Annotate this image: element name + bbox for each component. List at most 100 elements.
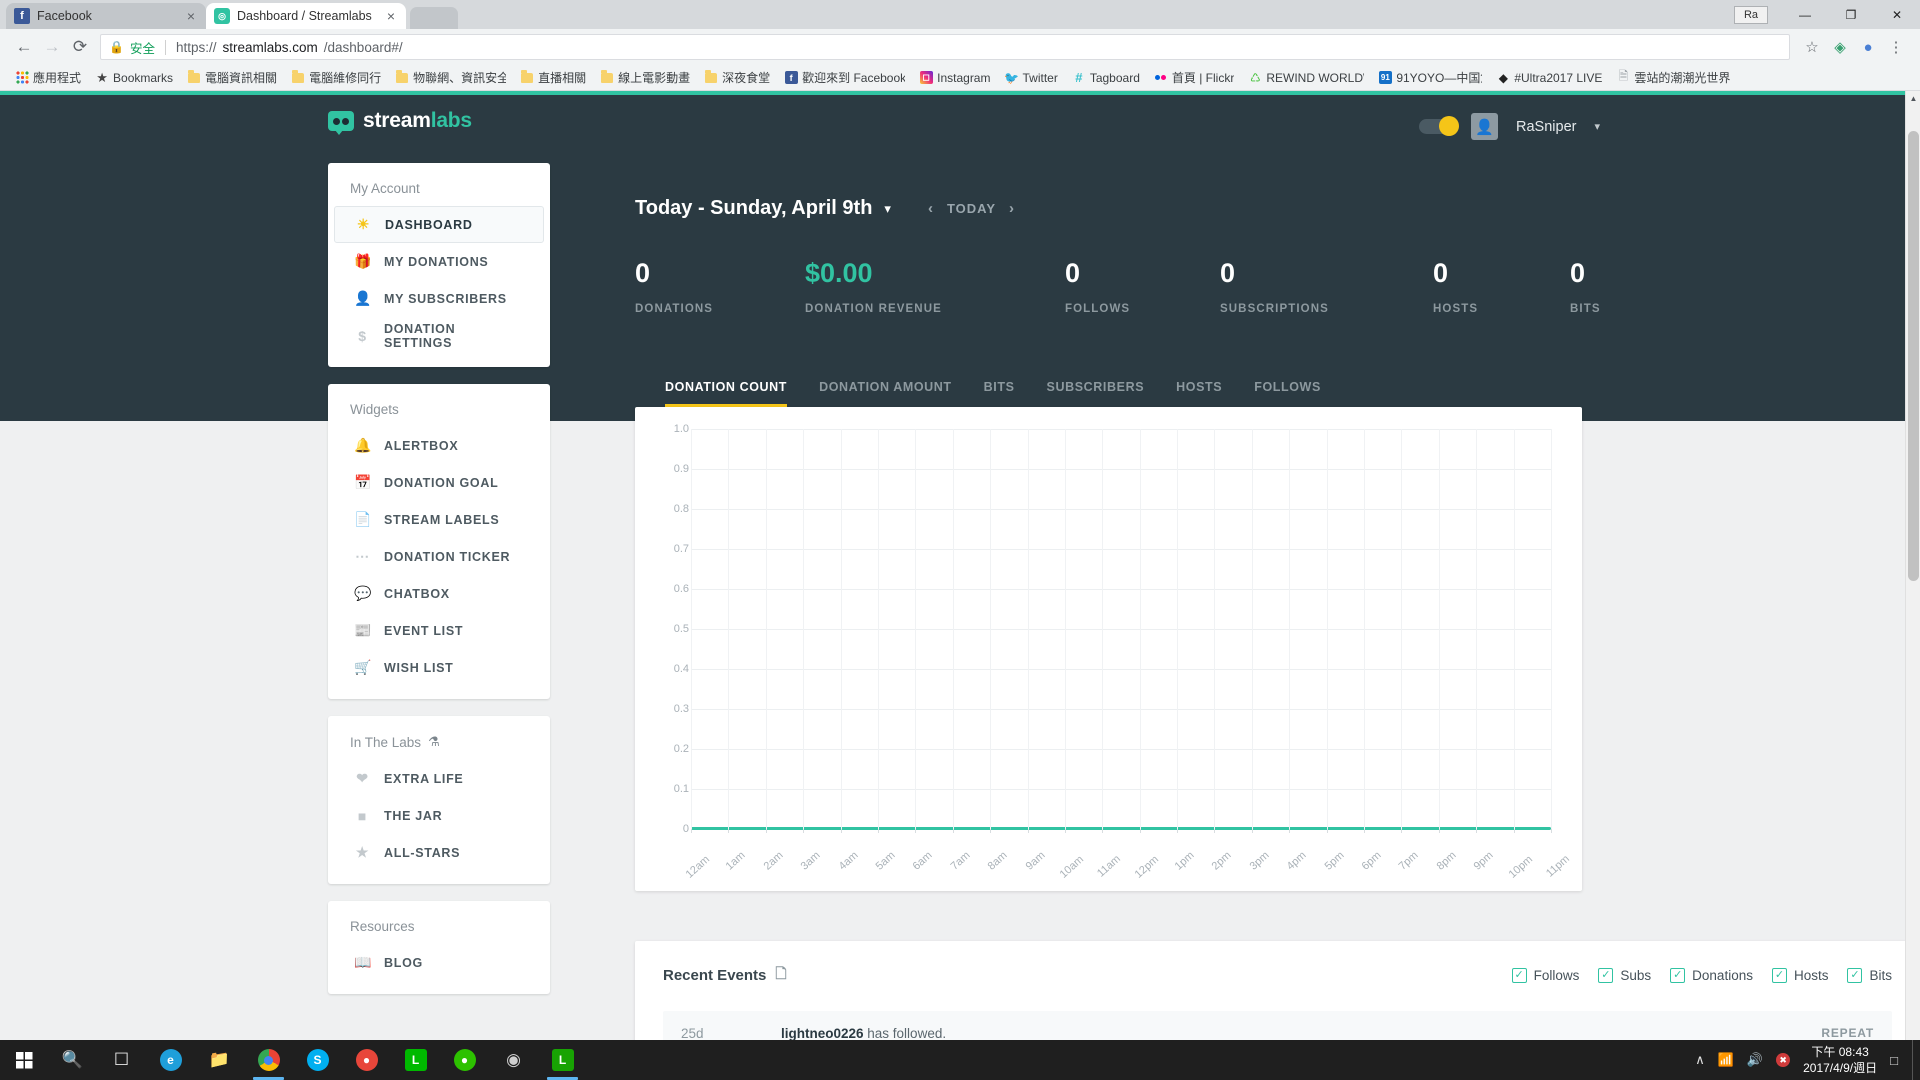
bookmark-instagram[interactable]: ◻ Instagram [912, 67, 997, 89]
sidebar-item-blog[interactable]: 📖 BLOG [334, 944, 544, 981]
bookmark-yoyo[interactable]: 91 91YOYO—中国悠悠 [1371, 67, 1489, 89]
chart-vertical-gridline [877, 429, 879, 829]
chrome-menu-icon[interactable]: ⋮ [1882, 33, 1910, 61]
bookmark-page[interactable]: 🗎 雲站的潮潮光世界 [1609, 67, 1737, 89]
sidebar-item-donation-settings[interactable]: $ DONATION SETTINGS [334, 317, 544, 354]
sidebar-item-alertbox[interactable]: 🔔 ALERTBOX [334, 427, 544, 464]
filter-bits[interactable]: ✓ Bits [1847, 967, 1892, 983]
taskbar-chrome[interactable] [244, 1040, 293, 1080]
checkbox-icon[interactable]: ✓ [1670, 967, 1686, 983]
browser-tab-streamlabs[interactable]: ◎ Dashboard / Streamlabs × [206, 3, 406, 29]
repeat-button[interactable]: REPEAT [1821, 1026, 1874, 1040]
checkbox-icon[interactable]: ✓ [1598, 967, 1614, 983]
chevron-down-icon[interactable]: ▾ [884, 201, 891, 217]
bookmark-star-icon[interactable]: ☆ [1798, 33, 1826, 61]
address-bar[interactable]: 🔒 安全 https:// streamlabs.com/dashboard#/ [100, 34, 1790, 60]
sidebar-item-donation-goal[interactable]: 📅 DONATION GOAL [334, 464, 544, 501]
show-desktop-button[interactable] [1912, 1040, 1920, 1080]
tab-donation-count[interactable]: DONATION COUNT [665, 380, 803, 407]
bookmark-folder-2[interactable]: 電腦維修同行 [284, 67, 388, 89]
sidebar-item-wish-list[interactable]: 🛒 WISH LIST [334, 649, 544, 686]
tab-bits[interactable]: BITS [968, 380, 1031, 407]
sidebar-item-donation-ticker[interactable]: ⋯ DONATION TICKER [334, 538, 544, 575]
taskbar-line[interactable]: L [391, 1040, 440, 1080]
taskbar-wechat[interactable]: ● [440, 1040, 489, 1080]
filter-hosts[interactable]: ✓ Hosts [1771, 967, 1828, 983]
extension-blue-icon[interactable]: ● [1854, 33, 1882, 61]
back-icon[interactable]: ← [10, 33, 38, 61]
filter-follows[interactable]: ✓ Follows [1511, 967, 1579, 983]
clock-time: 下午 08:43 [1811, 1044, 1869, 1059]
wifi-icon[interactable]: 📶 [1718, 1052, 1734, 1068]
browser-tab-facebook[interactable]: f Facebook × [6, 3, 206, 29]
bookmark-folder-4[interactable]: 直播相關 [513, 67, 593, 89]
bookmark-tagboard[interactable]: # Tagboard [1065, 67, 1147, 89]
sidebar-item-the-jar[interactable]: ■ THE JAR [334, 797, 544, 834]
close-icon[interactable]: × [384, 9, 398, 23]
theme-toggle[interactable] [1419, 116, 1460, 136]
taskbar-app-red[interactable]: ● [342, 1040, 391, 1080]
filter-subs[interactable]: ✓ Subs [1598, 967, 1651, 983]
sidebar-item-chatbox[interactable]: 💬 CHATBOX [334, 575, 544, 612]
new-tab-button[interactable] [410, 7, 458, 29]
checkbox-icon[interactable]: ✓ [1511, 967, 1527, 983]
copy-icon[interactable]: 🗋 [775, 963, 786, 987]
ime-indicator[interactable]: Ra [1734, 5, 1768, 24]
show-hidden-icons-icon[interactable]: ∧ [1695, 1052, 1705, 1068]
close-icon[interactable]: × [184, 9, 198, 23]
taskbar-skype[interactable]: S [293, 1040, 342, 1080]
bookmark-rewind[interactable]: ♺ REWIND WORLDWID [1241, 67, 1371, 89]
search-button[interactable]: 🔍 [48, 1040, 97, 1080]
notification-center-icon[interactable]: □ [1890, 1053, 1898, 1068]
task-view-button[interactable]: ☐ [97, 1040, 146, 1080]
start-button[interactable] [0, 1040, 48, 1080]
checkbox-icon[interactable]: ✓ [1847, 967, 1863, 983]
volume-icon[interactable]: 🔊 [1747, 1052, 1763, 1068]
bookmark-folder-3[interactable]: 物聯網、資訊安全、 [388, 67, 513, 89]
clock[interactable]: 下午 08:43 2017/4/9/週日 [1803, 1044, 1877, 1076]
sidebar-item-my-donations[interactable]: 🎁 MY DONATIONS [334, 243, 544, 280]
scrollbar-thumb[interactable] [1908, 131, 1919, 581]
filter-donations[interactable]: ✓ Donations [1670, 967, 1753, 983]
reload-icon[interactable]: ⟳ [66, 33, 94, 61]
sidebar-item-extra-life[interactable]: ❤ EXTRA LIFE [334, 760, 544, 797]
chevron-down-icon[interactable]: ▾ [1594, 120, 1600, 133]
forward-icon[interactable]: → [38, 33, 66, 61]
next-day-button[interactable]: › [1009, 200, 1015, 217]
sidebar-item-my-subscribers[interactable]: 👤 MY SUBSCRIBERS [334, 280, 544, 317]
scroll-up-icon[interactable]: ▲ [1906, 91, 1920, 106]
sidebar-item-stream-labels[interactable]: 📄 STREAM LABELS [334, 501, 544, 538]
sidebar-item-dashboard[interactable]: ☀ DASHBOARD [334, 206, 544, 243]
maximize-button[interactable]: ❐ [1828, 0, 1874, 29]
sidebar-item-event-list[interactable]: 📰 EVENT LIST [334, 612, 544, 649]
sidebar-item-all-stars[interactable]: ★ ALL-STARS [334, 834, 544, 871]
warning-icon[interactable]: ✖ [1776, 1053, 1791, 1067]
taskbar-libreoffice[interactable]: L [538, 1040, 587, 1080]
bookmark-ultra[interactable]: ◆ #Ultra2017 LIVE [1489, 67, 1609, 89]
bookmark-folder-1[interactable]: 電腦資訊相關 [180, 67, 284, 89]
taskbar-edge[interactable]: e [146, 1040, 195, 1080]
page-scrollbar[interactable]: ▲ ▼ [1905, 91, 1920, 1080]
taskbar-file-explorer[interactable]: 📁 [195, 1040, 244, 1080]
avatar[interactable]: 👤 [1471, 113, 1499, 140]
close-window-button[interactable]: ✕ [1874, 0, 1920, 29]
tab-donation-amount[interactable]: DONATION AMOUNT [803, 380, 968, 407]
bookmark-folder-6[interactable]: 深夜食堂 [697, 67, 777, 89]
bookmark-bookmarks[interactable]: ★ Bookmarks [88, 67, 180, 89]
bookmark-flickr[interactable]: 首頁 | Flickr [1147, 67, 1241, 89]
checkbox-icon[interactable]: ✓ [1771, 967, 1787, 983]
tab-subscribers[interactable]: SUBSCRIBERS [1031, 380, 1161, 407]
minimize-button[interactable]: — [1782, 0, 1828, 29]
bookmark-apps[interactable]: 應用程式 [8, 67, 88, 89]
bookmark-facebook[interactable]: f 歡迎來到 Facebook [777, 67, 912, 89]
prev-day-button[interactable]: ‹ [928, 200, 934, 217]
bookmark-folder-5[interactable]: 線上電影動畫 [593, 67, 697, 89]
taskbar-disc[interactable]: ◉ [489, 1040, 538, 1080]
streamlabs-logo[interactable]: streamlabs [328, 109, 472, 135]
tab-follows[interactable]: FOLLOWS [1238, 380, 1337, 407]
tab-hosts[interactable]: HOSTS [1160, 380, 1238, 407]
today-label[interactable]: TODAY [947, 201, 996, 216]
extension-green-icon[interactable]: ◈ [1826, 33, 1854, 61]
date-selector-row: Today - Sunday, April 9th ▾ ‹ TODAY › [635, 163, 1920, 220]
bookmark-twitter[interactable]: 🐦 Twitter [997, 67, 1064, 89]
